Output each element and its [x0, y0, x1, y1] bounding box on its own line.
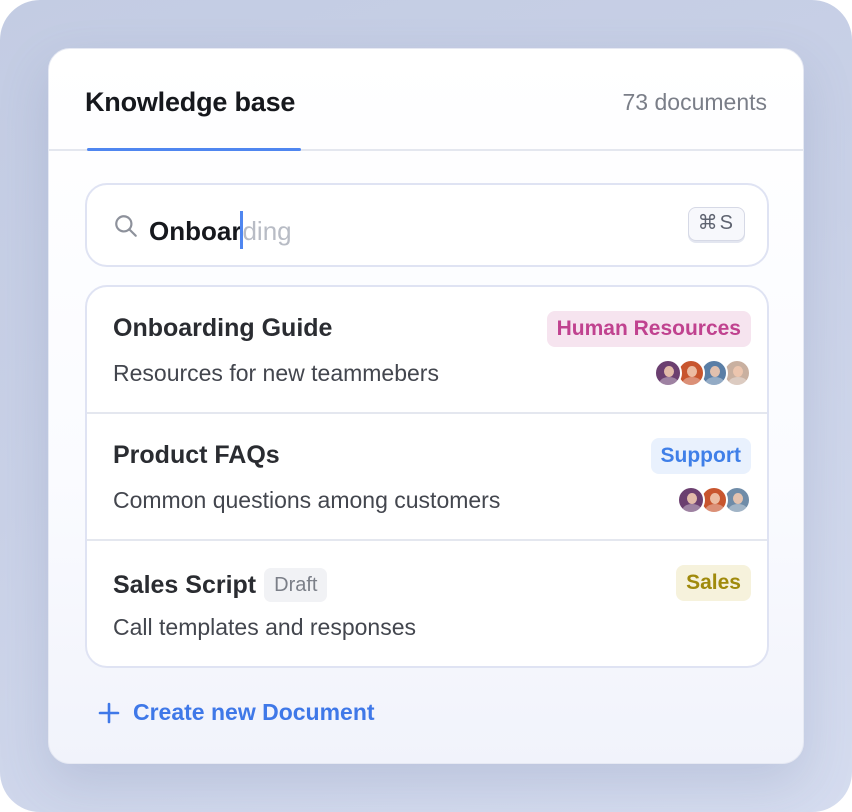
- active-tab-indicator: [87, 148, 301, 151]
- search-query[interactable]: Onboarding: [149, 211, 292, 249]
- search-input[interactable]: Onboarding ⌘S: [85, 183, 769, 267]
- keyboard-shortcut-badge: ⌘S: [687, 207, 745, 241]
- document-title-row: Sales Script Draft: [113, 568, 328, 602]
- search-icon: [115, 215, 137, 237]
- create-document-label: Create new Document: [133, 699, 375, 725]
- category-tag[interactable]: Human Resources: [546, 311, 751, 347]
- knowledge-base-card: Knowledge base 73 documents Onboarding ⌘…: [48, 48, 804, 764]
- collaborator-avatars: [654, 359, 751, 387]
- document-title: Onboarding Guide: [113, 314, 333, 342]
- create-document-button[interactable]: Create new Document: [97, 699, 375, 726]
- document-description: Call templates and responses: [113, 614, 416, 640]
- card-header: Knowledge base 73 documents: [49, 49, 803, 151]
- search-autocomplete-suggestion: ding: [242, 216, 292, 246]
- document-title: Product FAQs: [113, 441, 280, 469]
- document-description: Common questions among customers: [113, 487, 501, 513]
- plus-icon: [98, 702, 120, 723]
- page-title[interactable]: Knowledge base: [85, 87, 295, 118]
- collaborator-avatars: [677, 486, 751, 514]
- document-list: Onboarding Guide Resources for new teamm…: [85, 285, 769, 668]
- category-tag[interactable]: Sales: [676, 565, 751, 601]
- document-item-product-faqs[interactable]: Product FAQs Common questions among cust…: [87, 414, 767, 541]
- document-description: Resources for new teammebers: [113, 360, 439, 386]
- category-tag[interactable]: Support: [650, 438, 751, 474]
- document-item-sales-script[interactable]: Sales Script Draft Call templates and res…: [87, 541, 767, 666]
- search-typed-text: Onboar: [149, 216, 242, 246]
- draft-badge: Draft: [264, 568, 328, 602]
- document-title: Sales Script: [113, 571, 257, 599]
- document-item-onboarding-guide[interactable]: Onboarding Guide Resources for new teamm…: [87, 287, 767, 414]
- document-count: 73 documents: [622, 89, 767, 115]
- avatar: [677, 486, 705, 514]
- avatar: [654, 359, 682, 387]
